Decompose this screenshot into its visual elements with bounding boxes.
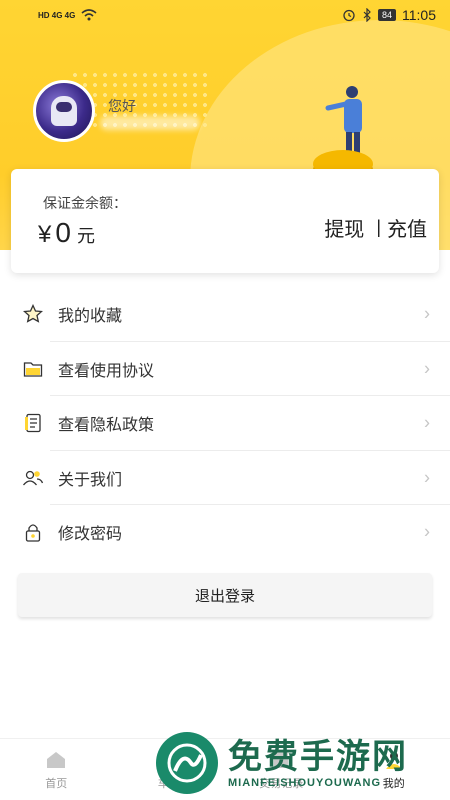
menu-label: 关于我们 <box>58 471 123 489</box>
wifi-icon <box>81 9 97 21</box>
menu-label: 我的收藏 <box>58 308 123 326</box>
astronaut-icon <box>51 96 77 126</box>
withdraw-button[interactable]: 提现 <box>324 213 364 242</box>
folder-icon <box>22 358 44 380</box>
balance-unit: 元 <box>76 226 95 246</box>
bluetooth-icon <box>363 8 371 22</box>
menu-item-favorites[interactable]: 我的收藏 › <box>0 287 450 342</box>
watermark-title: 免费手游网 <box>228 737 408 776</box>
menu-item-about-us[interactable]: 关于我们 › <box>0 451 450 505</box>
balance-actions: 提现 | 充值 <box>324 213 427 242</box>
currency-symbol: ¥ <box>38 221 52 248</box>
logout-button[interactable]: 退出登录 <box>18 573 432 617</box>
site-watermark: 免费手游网 MIANFEISHOUYOUWANG <box>156 725 446 800</box>
signal-indicators: HD 4G 4G <box>38 9 97 21</box>
balance-card: 保证金余额： ¥ 0 元 提现 | 充值 <box>11 169 439 273</box>
tab-home[interactable]: 首页 <box>0 739 113 800</box>
chevron-right-icon: › <box>424 303 430 324</box>
settings-menu: 我的收藏 › 查看使用协议 › 查看隐私政策 › 关于我们 › 修改密码 › <box>0 287 450 560</box>
chevron-right-icon: › <box>424 358 430 379</box>
menu-item-privacy-policy[interactable]: 查看隐私政策 › <box>0 396 450 451</box>
greeting-text: 您好 <box>108 98 136 114</box>
document-icon <box>22 412 44 434</box>
tab-label: 首页 <box>45 777 68 790</box>
signal-text: HD 4G 4G <box>38 10 76 20</box>
status-bar: HD 4G 4G 84 11:05 <box>0 0 450 30</box>
avatar[interactable] <box>33 80 95 142</box>
alarm-icon <box>343 9 355 22</box>
clock: 11:05 <box>402 7 436 23</box>
star-icon <box>22 303 44 325</box>
watermark-logo-icon <box>156 731 218 794</box>
lock-icon <box>22 521 44 543</box>
balance-amount: ¥ 0 元 <box>38 217 95 249</box>
home-icon <box>44 749 68 771</box>
battery-indicator: 84 <box>377 9 396 21</box>
menu-item-user-agreement[interactable]: 查看使用协议 › <box>0 342 450 396</box>
chevron-right-icon: › <box>424 467 430 488</box>
recharge-button[interactable]: 充值 <box>387 213 427 242</box>
people-icon <box>22 467 44 489</box>
menu-label: 修改密码 <box>58 526 123 544</box>
menu-label: 查看隐私政策 <box>58 417 155 435</box>
balance-value: 0 <box>55 217 71 248</box>
status-right: 84 11:05 <box>342 7 436 23</box>
menu-item-change-password[interactable]: 修改密码 › <box>0 505 450 560</box>
balance-label: 保证金余额： <box>43 195 127 211</box>
action-separator: | <box>376 217 381 237</box>
watermark-text: 免费手游网 MIANFEISHOUYOUWANG <box>228 737 408 789</box>
menu-label: 查看使用协议 <box>58 362 155 380</box>
chevron-right-icon: › <box>424 521 430 542</box>
username-blurred <box>100 116 200 130</box>
chevron-right-icon: › <box>424 412 430 433</box>
watermark-subtitle: MIANFEISHOUYOUWANG <box>228 776 382 789</box>
